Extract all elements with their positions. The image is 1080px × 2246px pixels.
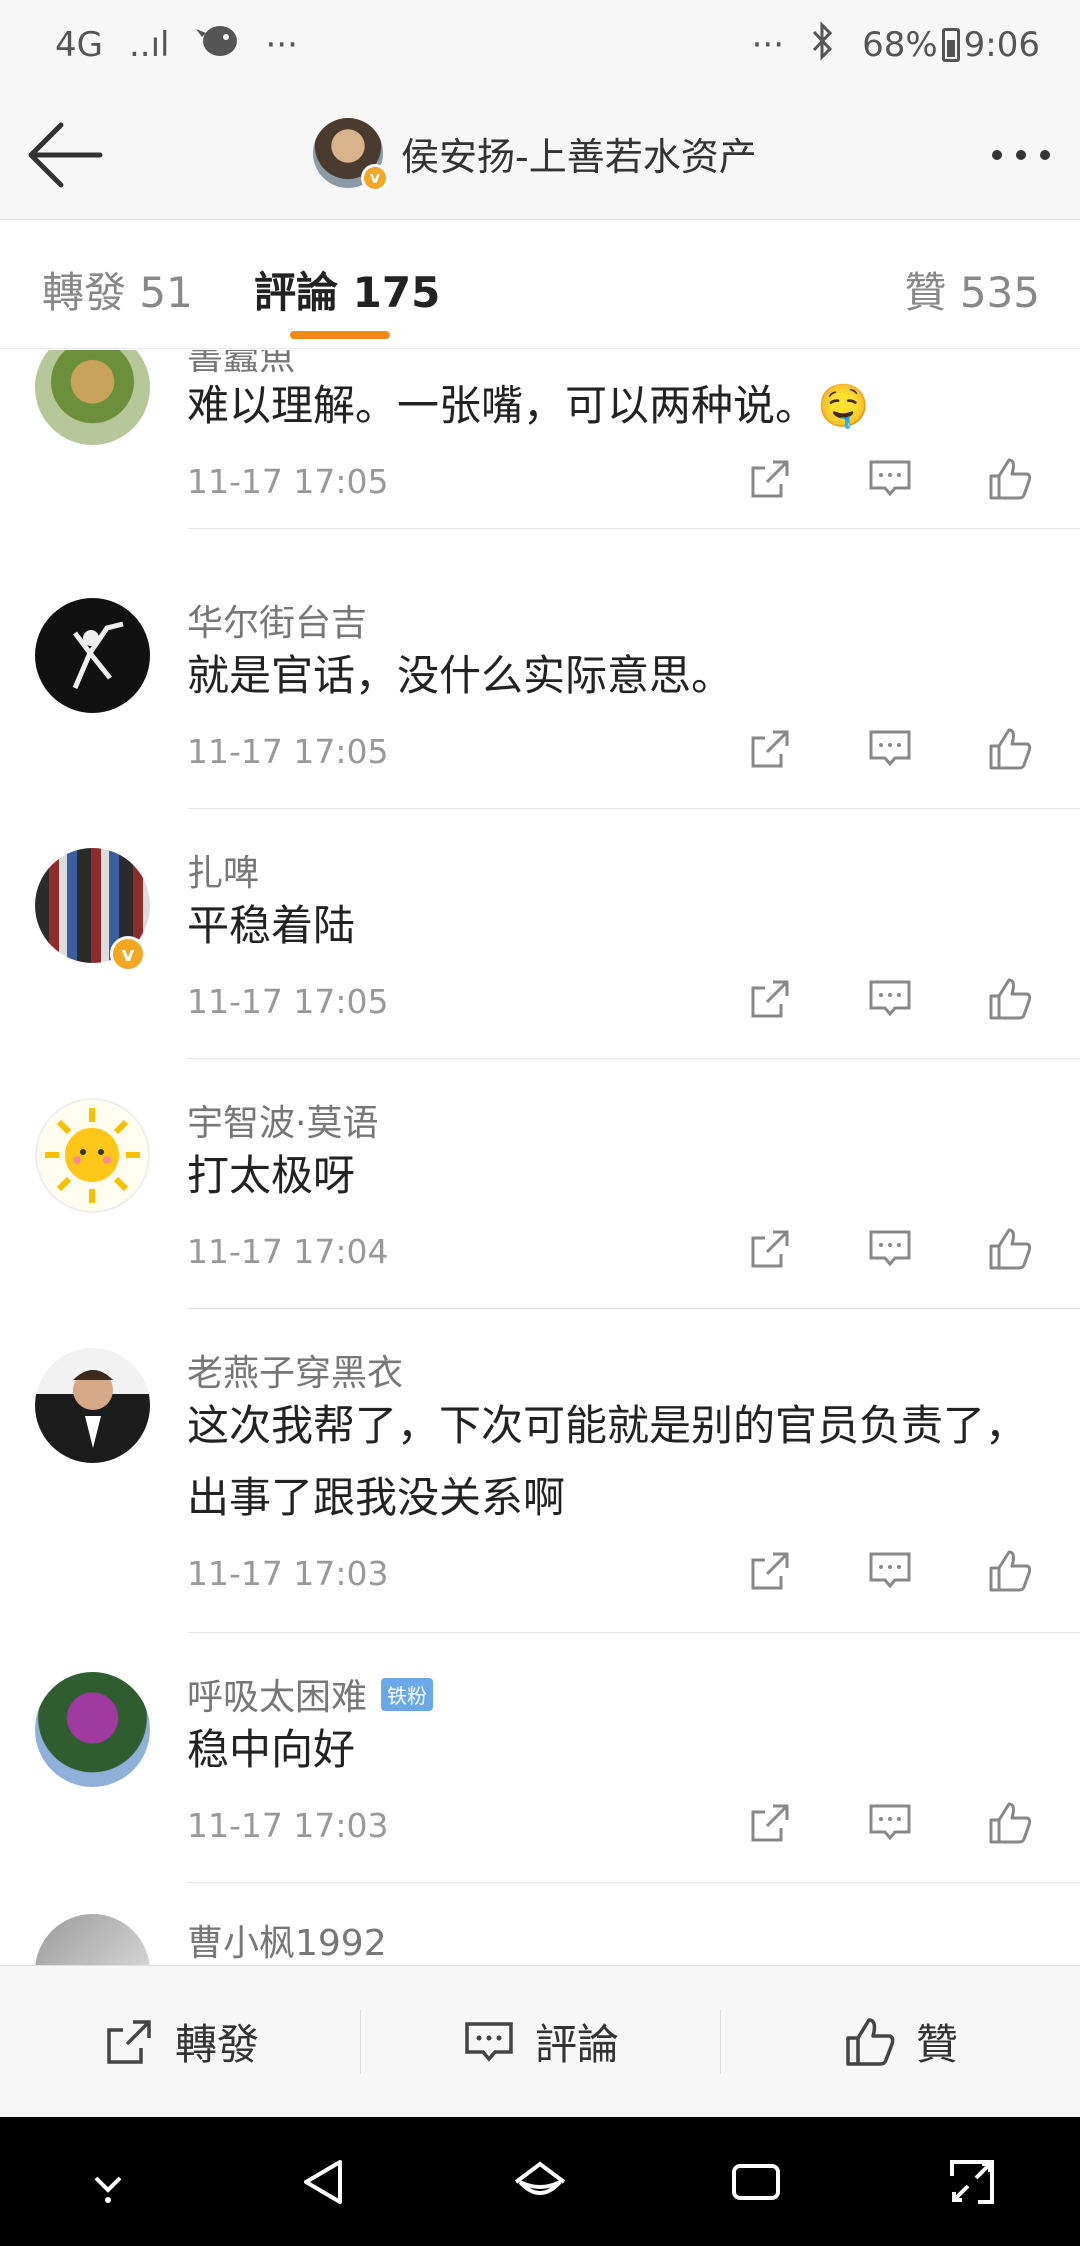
battery-percent: 68% [862, 25, 938, 65]
comment-button[interactable]: 評論 [360, 1966, 720, 2117]
like-icon[interactable] [985, 724, 1035, 774]
post-action-bar: 轉發 評論 贊 [0, 1965, 1080, 2117]
user-avatar[interactable] [35, 1672, 150, 1787]
comment-text: 难以理解。一张嘴，可以两种说。🤤 [187, 381, 870, 430]
like-button[interactable]: 贊 [720, 1966, 1080, 2117]
comment-item: 老燕子穿黑衣 这次我帮了，下次可能就是别的官员负责了，出事了跟我没关系啊 11-… [0, 1310, 1080, 1633]
comment-username[interactable]: 宇智波·莫语 [187, 1094, 378, 1146]
comment-label: 評論 [534, 2020, 619, 2069]
comment-actions [745, 454, 1035, 504]
like-label: 贊 [915, 2020, 958, 2069]
user-avatar[interactable] [35, 1348, 150, 1463]
system-nav-bar [0, 2117, 1080, 2246]
like-icon[interactable] [985, 1546, 1035, 1596]
share-icon[interactable] [745, 724, 795, 774]
reply-icon[interactable] [865, 454, 915, 504]
nav-back-icon[interactable] [294, 2152, 354, 2212]
signal-icon: ..ıl [128, 25, 170, 65]
comment-username[interactable]: 老燕子穿黑衣 [187, 1344, 403, 1396]
comment-list[interactable]: 書蠹魚 难以理解。一张嘴，可以两种说。🤤 11-17 17:05 华尔街台吉 就… [0, 350, 1080, 1965]
comment-item: 曹小枫1992 [0, 1884, 1080, 1965]
battery-icon [941, 28, 960, 62]
comment-actions [745, 974, 1035, 1024]
comment-time: 11-17 17:05 [187, 982, 389, 1021]
expand-icon[interactable] [942, 2152, 1002, 2212]
comment-time: 11-17 17:05 [187, 462, 389, 501]
tab-bar: 轉發 51 評論 175 贊 535 [0, 221, 1080, 349]
comment-username[interactable]: 扎啤 [187, 844, 259, 896]
tab-likes[interactable]: 贊 535 [904, 259, 1040, 320]
iron-fan-badge: 铁粉 [381, 1677, 434, 1711]
comment-item: 华尔街台吉 就是官话，没什么实际意思。 11-17 17:05 [0, 560, 1080, 810]
more-status-indicator: ··· [751, 25, 785, 65]
comment-text: 平稳着陆 [187, 901, 356, 950]
like-icon[interactable] [985, 974, 1035, 1024]
reply-icon[interactable] [865, 974, 915, 1024]
user-avatar[interactable] [35, 598, 150, 713]
comment-text: 打太极呀 [187, 1151, 356, 1200]
share-icon[interactable] [745, 1546, 795, 1596]
comment-username[interactable]: 呼吸太困难 铁粉 [187, 1668, 434, 1720]
comment-text: 这次我帮了，下次可能就是别的官员负责了，出事了跟我没关系啊 [187, 1401, 1028, 1522]
user-avatar[interactable] [35, 1914, 150, 1965]
comment-item: v 扎啤 平稳着陆 11-17 17:05 [0, 810, 1080, 1060]
app-notification-icon [195, 21, 240, 70]
comment-actions [745, 1798, 1035, 1848]
page-title: 侯安扬-上善若水资产 [401, 134, 757, 179]
comment-time: 11-17 17:03 [187, 1554, 389, 1593]
comment-time: 11-17 17:03 [187, 1806, 389, 1845]
reply-icon[interactable] [865, 1224, 915, 1274]
comment-actions [745, 724, 1035, 774]
comment-icon [465, 2021, 513, 2062]
more-dots-icon [992, 150, 1002, 160]
tab-comments[interactable]: 評論 175 [254, 259, 440, 320]
reply-icon[interactable] [865, 1546, 915, 1596]
comment-actions [745, 1546, 1035, 1596]
repost-icon [107, 2019, 151, 2064]
back-button[interactable] [25, 115, 110, 195]
thumbs-up-icon [846, 2017, 895, 2066]
share-icon[interactable] [745, 1224, 795, 1274]
comment-actions [745, 1224, 1035, 1274]
clock: 9:06 [963, 25, 1040, 65]
app-header: v 侯安扬-上善若水资产 [0, 90, 1080, 220]
status-bar: 4G ..ıl ··· ··· 68% 9:06 [0, 0, 1080, 90]
back-arrow-icon [28, 122, 103, 188]
author-avatar[interactable]: v [313, 118, 389, 192]
active-tab-indicator [290, 331, 390, 339]
nav-home-icon[interactable] [510, 2152, 570, 2212]
like-icon[interactable] [985, 1224, 1035, 1274]
post-author[interactable]: v 侯安扬-上善若水资产 [313, 118, 757, 192]
verified-badge-icon: v [110, 936, 146, 972]
like-icon[interactable] [985, 454, 1035, 504]
more-options-button[interactable] [992, 130, 1050, 180]
like-icon[interactable] [985, 1798, 1035, 1848]
nav-recents-icon[interactable] [726, 2152, 786, 2212]
hide-keyboard-icon[interactable] [78, 2152, 138, 2212]
user-avatar[interactable] [35, 350, 150, 445]
comment-item: 書蠹魚 难以理解。一张嘴，可以两种说。🤤 11-17 17:05 [0, 350, 1080, 560]
user-avatar[interactable] [35, 1098, 150, 1213]
comment-text: 稳中向好 [187, 1725, 356, 1774]
comment-item: 宇智波·莫语 打太极呀 11-17 17:04 [0, 1060, 1080, 1310]
comment-item: 呼吸太困难 铁粉 稳中向好 11-17 17:03 [0, 1634, 1080, 1884]
verified-badge-icon: v [361, 164, 389, 192]
comment-username[interactable]: 华尔街台吉 [187, 594, 367, 646]
reply-icon[interactable] [865, 724, 915, 774]
comment-text: 就是官话，没什么实际意思。 [187, 651, 734, 700]
comment-username[interactable]: 曹小枫1992 [187, 1914, 387, 1965]
network-indicator: 4G [55, 25, 103, 65]
bluetooth-icon [810, 20, 836, 70]
repost-label: 轉發 [174, 2020, 259, 2069]
reply-icon[interactable] [865, 1798, 915, 1848]
share-icon[interactable] [745, 974, 795, 1024]
comment-time: 11-17 17:05 [187, 732, 389, 771]
tab-reposts[interactable]: 轉發 51 [42, 259, 193, 320]
share-icon[interactable] [745, 454, 795, 504]
repost-button[interactable]: 轉發 [0, 1966, 360, 2117]
more-notifications-indicator: ··· [265, 25, 298, 65]
share-icon[interactable] [745, 1798, 795, 1848]
comment-time: 11-17 17:04 [187, 1232, 389, 1271]
